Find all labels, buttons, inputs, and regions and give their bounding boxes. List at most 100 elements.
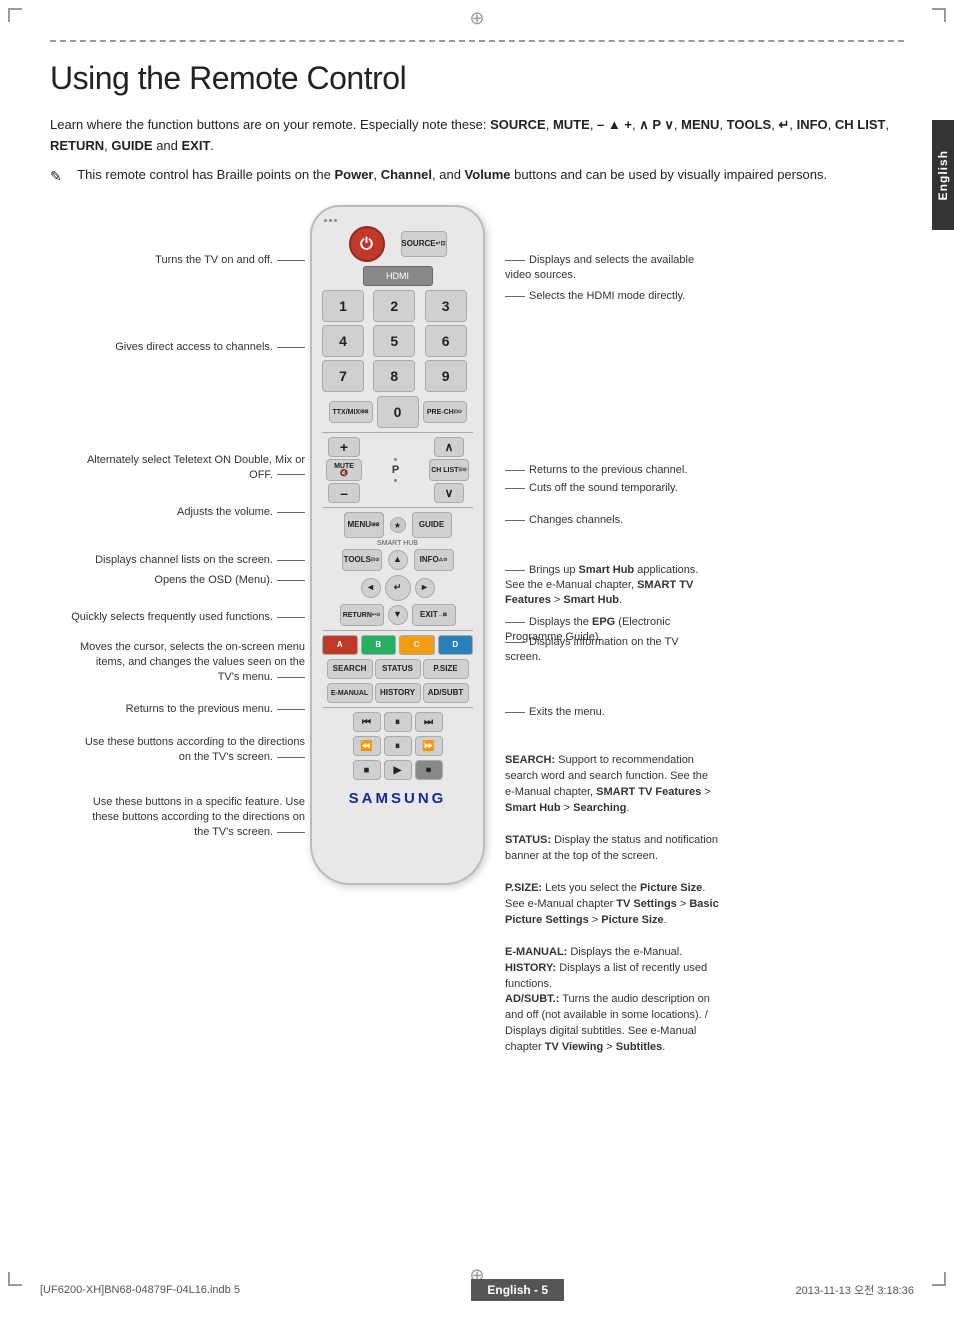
guide-button[interactable]: GUIDE bbox=[412, 512, 452, 538]
ann-hdmi-right: Selects the HDMI mode directly. bbox=[505, 289, 685, 304]
ir-dots-top bbox=[322, 219, 473, 222]
prech-button[interactable]: PRE-CH⊡⊙ bbox=[423, 401, 467, 423]
btn-color-c[interactable]: C bbox=[399, 635, 435, 655]
btn-5[interactable]: 5 bbox=[373, 325, 415, 357]
footer-left: [UF6200-XH]BN68-04879F-04L16.indb 5 bbox=[40, 1284, 240, 1296]
ch-down-button[interactable]: ∨ bbox=[434, 483, 464, 503]
status-button[interactable]: STATUS bbox=[375, 659, 421, 679]
ttx-mix-button[interactable]: TTX/MIX⊞⊠ bbox=[329, 401, 373, 423]
mute-button[interactable]: MUTE🔇 bbox=[326, 459, 362, 481]
media-row-1: ⏮ ⏸ ⏭ bbox=[322, 712, 473, 732]
ann-search-desc-right: SEARCH: Support to recommendation search… bbox=[505, 753, 720, 1056]
vol-down-button[interactable]: – bbox=[328, 483, 360, 503]
rew-button[interactable]: ⏮ bbox=[353, 712, 381, 732]
ann-turns-tv: Turns the TV on and off. bbox=[155, 253, 305, 267]
btn-color-a[interactable]: A bbox=[322, 635, 358, 655]
ann-tools: Quickly selects frequently used function… bbox=[71, 610, 305, 625]
ann-color-btns: Use these buttons according to the direc… bbox=[75, 735, 305, 765]
adsubt-button[interactable]: AD/SUBT bbox=[423, 683, 469, 703]
power-button[interactable]: ⏻ bbox=[349, 226, 385, 262]
intro-text: Learn where the function buttons are on … bbox=[50, 115, 904, 157]
stop-btn[interactable]: ⏹ bbox=[353, 760, 381, 780]
psize-button[interactable]: P.SIZE bbox=[423, 659, 469, 679]
btn-3[interactable]: 3 bbox=[425, 290, 467, 322]
divider-3 bbox=[322, 630, 473, 631]
btn-6[interactable]: 6 bbox=[425, 325, 467, 357]
nav-enter-button[interactable]: ↵ bbox=[385, 575, 411, 601]
btn-9[interactable]: 9 bbox=[425, 360, 467, 392]
ann-exit-right: Exits the menu. bbox=[505, 705, 605, 720]
volume-controls: + MUTE🔇 – bbox=[326, 437, 362, 503]
search-status-psize-row: SEARCH STATUS P.SIZE bbox=[322, 659, 473, 679]
power-source-row: ⏻ SOURCE↵⊡ bbox=[322, 226, 473, 262]
return-button[interactable]: RETURN↩⊙ bbox=[340, 604, 384, 626]
ann-prevch-right: Returns to the previous channel. bbox=[505, 463, 687, 478]
btn-color-b[interactable]: B bbox=[361, 635, 397, 655]
divider-1 bbox=[322, 432, 473, 433]
ann-teletext: Alternately select Teletext ON Double, M… bbox=[75, 453, 305, 482]
channel-controls: ∧ CH LIST⊡⊙ ∨ bbox=[429, 437, 469, 503]
exit-button[interactable]: EXIT→⊠ bbox=[412, 604, 456, 626]
ann-chlist: Displays channel lists on the screen. bbox=[95, 553, 305, 568]
ann-osd: Opens the OSD (Menu). bbox=[154, 573, 305, 588]
nav-down-button[interactable]: ▼ bbox=[388, 605, 408, 625]
left-annotations: Turns the TV on and off. Gives direct ac… bbox=[50, 205, 305, 885]
emanual-button[interactable]: E-MANUAL bbox=[327, 683, 373, 703]
search-button[interactable]: SEARCH bbox=[327, 659, 373, 679]
ann-source-right: Displays and selects the available video… bbox=[505, 253, 715, 283]
remote-control: ⏻ SOURCE↵⊡ HDMI 1 2 3 4 5 6 7 8 bbox=[310, 205, 485, 885]
divider-4 bbox=[322, 707, 473, 708]
footer-right: 2013-11-13 오전 3:18:36 bbox=[795, 1282, 914, 1298]
ann-volume: Adjusts the volume. bbox=[177, 505, 305, 520]
smart-hub-icon[interactable]: ★ bbox=[390, 517, 406, 533]
nav-right-button[interactable]: ► bbox=[415, 578, 435, 598]
english-side-tab: English bbox=[932, 120, 954, 230]
ann-direct-channel: Gives direct access to channels. bbox=[115, 340, 305, 354]
ch-list-button[interactable]: CH LIST⊡⊙ bbox=[429, 459, 469, 481]
remote-control-area: ⏻ SOURCE↵⊡ HDMI 1 2 3 4 5 6 7 8 bbox=[305, 205, 490, 885]
info-button[interactable]: INFO⚠⊙ bbox=[414, 549, 454, 571]
nav-up-button[interactable]: ▲ bbox=[388, 550, 408, 570]
next-button[interactable]: ⏩ bbox=[415, 736, 443, 756]
fwd-button[interactable]: ⏭ bbox=[415, 712, 443, 732]
btn-2[interactable]: 2 bbox=[373, 290, 415, 322]
ann-media: Use these buttons in a specific feature.… bbox=[75, 795, 305, 840]
btn-1[interactable]: 1 bbox=[322, 290, 364, 322]
page-title: Using the Remote Control bbox=[50, 60, 904, 97]
tools-info-row: TOOLS⊡⊙ ▲ INFO⚠⊙ bbox=[322, 549, 473, 571]
tools-button[interactable]: TOOLS⊡⊙ bbox=[342, 549, 382, 571]
ann-info-right: Displays information on the TV screen. bbox=[505, 635, 715, 665]
source-button[interactable]: SOURCE↵⊡ bbox=[401, 231, 447, 257]
menu-guide-row: MENU⊞⊠ ★ GUIDE bbox=[322, 512, 473, 538]
pause-button[interactable]: ⏸ bbox=[384, 712, 412, 732]
samsung-logo: SAMSUNG bbox=[322, 790, 473, 807]
vol-up-button[interactable]: + bbox=[328, 437, 360, 457]
stop-button[interactable]: ⏸ bbox=[384, 736, 412, 756]
note-text: ✎ This remote control has Braille points… bbox=[50, 165, 904, 186]
btn-7[interactable]: 7 bbox=[322, 360, 364, 392]
page-number: English - 5 bbox=[471, 1279, 564, 1301]
prev-button[interactable]: ⏪ bbox=[353, 736, 381, 756]
ann-mute-right: Cuts off the sound temporarily. bbox=[505, 481, 678, 496]
diagram-container: Turns the TV on and off. Gives direct ac… bbox=[50, 205, 904, 885]
btn-8[interactable]: 8 bbox=[373, 360, 415, 392]
btn-0[interactable]: 0 bbox=[377, 396, 419, 428]
ttx-0-prech-row: TTX/MIX⊞⊠ 0 PRE-CH⊡⊙ bbox=[322, 396, 473, 428]
nav-left-button[interactable]: ◄ bbox=[361, 578, 381, 598]
history-button[interactable]: HISTORY bbox=[375, 683, 421, 703]
page-content: Using the Remote Control Learn where the… bbox=[0, 0, 954, 945]
dashed-border-top bbox=[50, 40, 904, 42]
smart-hub-label: SMART HUB bbox=[322, 540, 473, 547]
center-dots: P bbox=[392, 458, 399, 482]
play-button[interactable]: ▶ bbox=[384, 760, 412, 780]
side-tab-label: English bbox=[936, 150, 950, 200]
menu-button[interactable]: MENU⊞⊠ bbox=[344, 512, 384, 538]
btn-4[interactable]: 4 bbox=[322, 325, 364, 357]
nav-row: ◄ ↵ ► bbox=[322, 575, 473, 601]
ch-up-button[interactable]: ∧ bbox=[434, 437, 464, 457]
rec-button[interactable]: ⏺ bbox=[415, 760, 443, 780]
btn-color-d[interactable]: D bbox=[438, 635, 474, 655]
hdmi-button[interactable]: HDMI bbox=[363, 266, 433, 286]
emanual-history-adsubt-row: E-MANUAL HISTORY AD/SUBT bbox=[322, 683, 473, 703]
ann-cursor: Moves the cursor, selects the on-screen … bbox=[75, 640, 305, 685]
